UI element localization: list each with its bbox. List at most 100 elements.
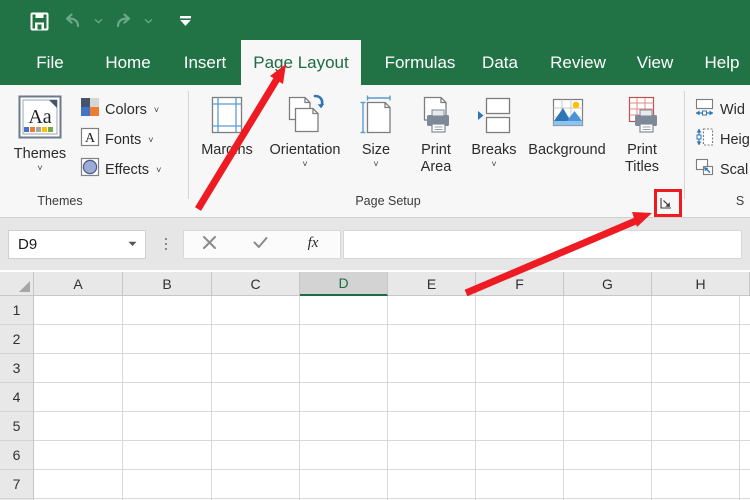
insert-function-icon[interactable]: fx: [303, 233, 323, 256]
theme-colors-caret-icon[interactable]: ˅: [154, 105, 159, 115]
height-fit-icon: [694, 127, 715, 152]
name-box-dropdown-icon[interactable]: [128, 241, 137, 247]
formula-bar-more-icon[interactable]: [160, 232, 172, 256]
gridline-h: [34, 353, 750, 354]
print-titles-label2: Titles: [624, 159, 660, 175]
background-button[interactable]: Background: [520, 93, 614, 159]
breaks-button[interactable]: Breaks ˅: [466, 93, 522, 169]
breaks-caret-icon[interactable]: ˅: [491, 160, 496, 169]
size-button[interactable]: Size ˅: [352, 93, 400, 169]
tab-review[interactable]: Review: [540, 40, 616, 85]
background-picture-icon: [545, 93, 589, 142]
width-fit-icon: [694, 97, 715, 122]
height-fit-label: Heig: [720, 131, 750, 148]
svg-text:fx: fx: [308, 235, 319, 251]
print-titles-icon: [619, 93, 665, 142]
gridline-h: [34, 469, 750, 470]
row-header-4[interactable]: 4: [0, 383, 34, 412]
tab-file[interactable]: File: [22, 40, 78, 85]
theme-effects-label: Effects: [105, 161, 150, 178]
orientation-caret-icon[interactable]: ˅: [302, 160, 307, 169]
svg-text:A: A: [85, 131, 96, 146]
tab-formulas[interactable]: Formulas: [372, 40, 468, 85]
breaks-label: Breaks: [471, 142, 517, 158]
cancel-entry-icon[interactable]: [201, 234, 218, 256]
group-label-scale-to-fit: S: [735, 194, 745, 208]
orientation-icon: [282, 93, 328, 142]
width-fit-button[interactable]: Wid: [694, 97, 745, 122]
orientation-button[interactable]: Orientation ˅: [262, 93, 348, 169]
select-all-corner[interactable]: [0, 272, 34, 296]
name-box[interactable]: D9: [8, 230, 146, 259]
print-titles-label: Print: [627, 142, 657, 158]
page-size-icon: [354, 93, 398, 142]
gridline-h: [34, 382, 750, 383]
tab-help[interactable]: Help: [694, 40, 750, 85]
themes-caret-icon[interactable]: ˅: [37, 164, 42, 173]
row-header-6[interactable]: 6: [0, 441, 34, 470]
column-header-a[interactable]: A: [34, 272, 123, 296]
orientation-label: Orientation: [269, 142, 341, 158]
column-header-g[interactable]: G: [564, 272, 652, 296]
column-header-c[interactable]: C: [212, 272, 300, 296]
column-header-b[interactable]: B: [123, 272, 212, 296]
margins-button[interactable]: Margins ˅: [196, 93, 258, 169]
confirm-entry-icon[interactable]: [252, 234, 269, 256]
worksheet-grid: A B C D E F G H 1 2 3 4 5 6 7 8: [0, 272, 750, 500]
quick-access-toolbar: [0, 0, 750, 40]
fonts-a-icon: A: [80, 127, 100, 152]
theme-fonts-button[interactable]: A Fonts ˅: [80, 127, 154, 152]
row-header-1[interactable]: 1: [0, 296, 34, 325]
tab-home[interactable]: Home: [90, 40, 166, 85]
formula-bar-buttons: fx: [183, 230, 341, 259]
print-area-button[interactable]: Print Area: [404, 93, 468, 176]
print-area-icon: [413, 93, 459, 142]
column-header-d[interactable]: D: [300, 272, 388, 296]
column-header-f[interactable]: F: [476, 272, 564, 296]
group-separator-page-setup: [684, 91, 685, 199]
theme-effects-button[interactable]: Effects ˅: [80, 157, 161, 182]
redo-dropdown-caret-icon[interactable]: [140, 8, 156, 34]
redo-icon[interactable]: [106, 8, 140, 34]
theme-effects-caret-icon[interactable]: ˅: [156, 165, 161, 175]
theme-colors-button[interactable]: Colors ˅: [80, 97, 159, 122]
column-header-e[interactable]: E: [388, 272, 476, 296]
row-header-2[interactable]: 2: [0, 325, 34, 354]
scale-fit-button[interactable]: Scal: [694, 157, 748, 182]
excel-window: File Home Insert Page Layout Formulas Da…: [0, 0, 750, 500]
tab-insert[interactable]: Insert: [170, 40, 240, 85]
row-header-3[interactable]: 3: [0, 354, 34, 383]
effects-circle-icon: [80, 157, 100, 182]
gridline-h: [34, 411, 750, 412]
customize-qat-icon[interactable]: [168, 8, 202, 34]
gridline-h: [34, 498, 750, 499]
colors-swatch-icon: [80, 97, 100, 122]
background-label: Background: [528, 142, 606, 158]
gridline-h: [34, 324, 750, 325]
name-box-value: D9: [18, 236, 38, 253]
print-area-label2: Area: [420, 159, 452, 175]
scale-fit-icon: [694, 157, 715, 182]
height-fit-button[interactable]: Heig: [694, 127, 750, 152]
size-label: Size: [361, 142, 391, 158]
undo-icon[interactable]: [56, 8, 90, 34]
row-header-5[interactable]: 5: [0, 412, 34, 441]
themes-button[interactable]: Aa Themes ˅: [6, 93, 74, 173]
theme-fonts-caret-icon[interactable]: ˅: [148, 135, 153, 145]
svg-text:Aa: Aa: [28, 106, 51, 128]
margins-label: Margins: [201, 142, 253, 158]
theme-fonts-label: Fonts: [105, 131, 142, 148]
tab-view[interactable]: View: [626, 40, 684, 85]
undo-dropdown-caret-icon[interactable]: [90, 8, 106, 34]
formula-input[interactable]: [343, 230, 742, 259]
print-titles-button[interactable]: Print Titles: [614, 93, 670, 176]
row-header-7[interactable]: 7: [0, 470, 34, 499]
tab-data[interactable]: Data: [472, 40, 528, 85]
tab-page-layout[interactable]: Page Layout: [241, 40, 361, 85]
dialog-launcher-highlight-box: [654, 189, 682, 217]
size-caret-icon[interactable]: ˅: [373, 160, 378, 169]
column-header-h[interactable]: H: [652, 272, 750, 296]
breaks-icon: [472, 93, 516, 142]
save-icon[interactable]: [22, 8, 56, 34]
margins-caret-icon[interactable]: ˅: [224, 160, 229, 169]
